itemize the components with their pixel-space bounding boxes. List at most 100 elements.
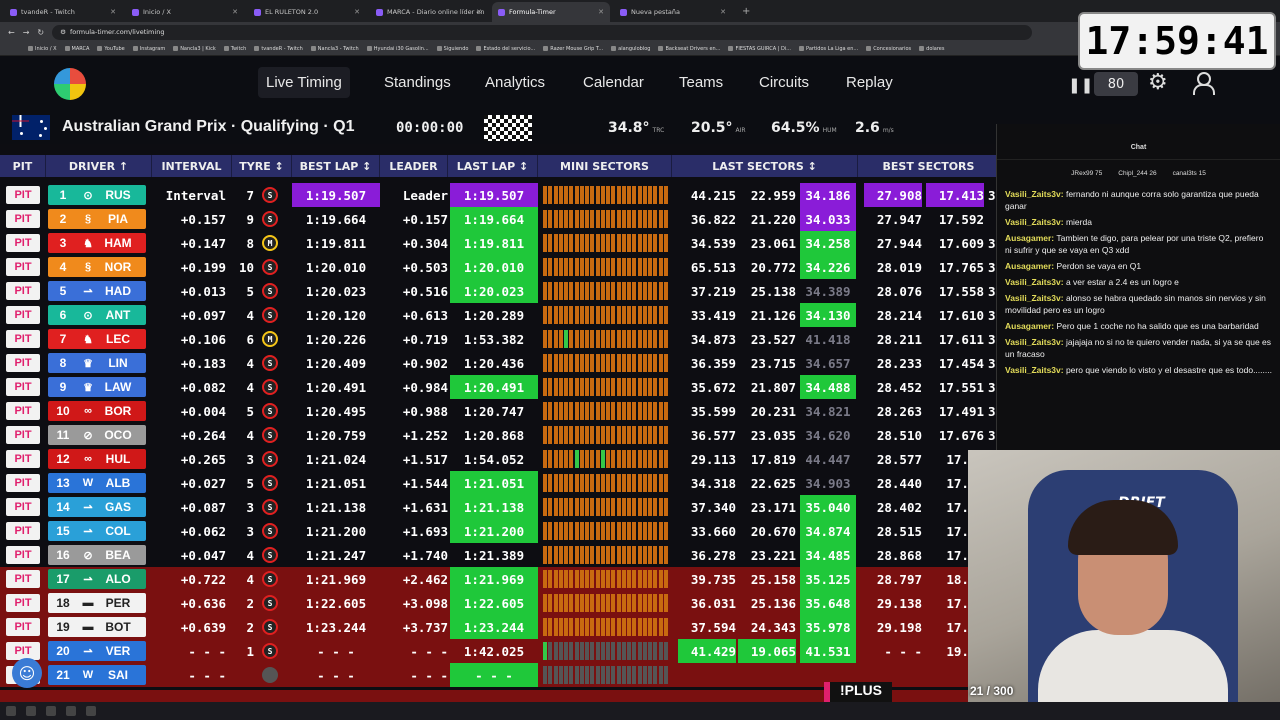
driver-chip[interactable]: 1 ⊙ RUS <box>48 185 146 205</box>
driver-chip[interactable]: 5 ⇀ HAD <box>48 281 146 301</box>
table-row[interactable]: PIT 16 ⊘ BEA +0.047 4 S 1:21.247 +1.740 1:21.389 3… <box>0 543 1000 567</box>
col-tyre[interactable]: TYRE ↕ <box>232 155 292 177</box>
browser-tab[interactable]: tvandeR - Twitch ✕ <box>4 2 122 22</box>
nav-calendar[interactable]: Calendar <box>583 74 644 91</box>
forward-icon[interactable]: → <box>23 28 30 37</box>
close-icon[interactable]: ✕ <box>720 8 726 16</box>
chat-username[interactable]: Vasili_Zaits3v: <box>1005 217 1064 227</box>
driver-chip[interactable]: 21 W SAI <box>48 665 146 685</box>
col-interval[interactable]: INTERVAL <box>152 155 232 177</box>
table-row[interactable]: PIT 11 ⊘ OCO +0.264 4 S 1:20.759 +1.252 1:20.868 3… <box>0 423 1000 447</box>
bookmark-item[interactable]: YouTube <box>97 46 125 52</box>
formula-timer-logo[interactable] <box>54 68 86 100</box>
browser-icon[interactable] <box>26 706 36 716</box>
bookmark-item[interactable]: Hyundai i30 Gasolin... <box>366 46 429 52</box>
driver-chip[interactable]: 12 ∞ HUL <box>48 449 146 469</box>
col-best-sectors[interactable]: BEST SECTORS <box>858 155 1000 177</box>
driver-chip[interactable]: 3 ♞ HAM <box>48 233 146 253</box>
driver-chip[interactable]: 13 W ALB <box>48 473 146 493</box>
table-row[interactable]: PIT 4 § NOR +0.199 10 S 1:20.010 +0.503 1:20.010 6… <box>0 255 1000 279</box>
nav-replay[interactable]: Replay <box>846 74 893 91</box>
table-row[interactable]: PIT 10 ∞ BOR +0.004 5 S 1:20.495 +0.988 1:20.747 3… <box>0 399 1000 423</box>
table-row[interactable]: PIT 14 ⇀ GAS +0.087 3 S 1:21.138 +1.631 1:21.138 3… <box>0 495 1000 519</box>
col-last-sectors[interactable]: LAST SECTORS ↕ <box>672 155 858 177</box>
chat-username[interactable]: Vasili_Zaits3v: <box>1005 365 1064 375</box>
driver-chip[interactable]: 15 ⇀ COL <box>48 521 146 541</box>
reload-icon[interactable]: ↻ <box>37 28 44 37</box>
playback-speed[interactable]: 80 <box>1094 72 1138 96</box>
table-row[interactable]: PIT 20 ⇀ VER - - - 1S - - - - - - 1:42.025 41.429… <box>0 639 1000 663</box>
close-icon[interactable]: ✕ <box>598 8 604 16</box>
table-row[interactable]: PIT 6 ⊙ ANT +0.097 4 S 1:20.120 +0.613 1:20.289 33… <box>0 303 1000 327</box>
table-row[interactable]: PIT 13 W ALB +0.027 5 S 1:21.051 +1.544 1:21.051 3… <box>0 471 1000 495</box>
nav-teams[interactable]: Teams <box>679 74 723 91</box>
bookmark-item[interactable]: Nancla3 | Kick <box>173 46 216 52</box>
col-last-lap[interactable]: LAST LAP ↕ <box>448 155 538 177</box>
bookmark-item[interactable]: Razer Mouse Grip T... <box>543 46 603 52</box>
bookmark-item[interactable]: Estado del servicio... <box>476 46 535 52</box>
chat-username[interactable]: Vasili_Zaits3v: <box>1005 277 1064 287</box>
table-row[interactable]: PIT 9 ♛ LAW +0.082 4 S 1:20.491 +0.984 1:20.491 35… <box>0 375 1000 399</box>
app-icon[interactable] <box>46 706 56 716</box>
col-best-lap[interactable]: BEST LAP ↕ <box>292 155 380 177</box>
browser-tab[interactable]: Inicio / X ✕ <box>126 2 244 22</box>
table-row[interactable]: PIT 7 ♞ LEC +0.106 6 M 1:20.226 +0.719 1:53.382 34… <box>0 327 1000 351</box>
close-icon[interactable]: ✕ <box>476 8 482 16</box>
col-pit[interactable]: PIT <box>0 155 46 177</box>
driver-chip[interactable]: 10 ∞ BOR <box>48 401 146 421</box>
chat-username[interactable]: Vasili_Zaits3v: <box>1005 189 1064 199</box>
bookmark-item[interactable]: Instagram <box>132 46 165 52</box>
new-tab-icon[interactable]: + <box>742 6 750 17</box>
driver-chip[interactable]: 14 ⇀ GAS <box>48 497 146 517</box>
col-driver[interactable]: DRIVER ↑ <box>46 155 152 177</box>
close-icon[interactable]: ✕ <box>110 8 116 16</box>
driver-chip[interactable]: 6 ⊙ ANT <box>48 305 146 325</box>
table-row[interactable]: PIT 18 ▬ PER +0.636 2 S 1:22.605 +3.098 1:22.605 3… <box>0 591 1000 615</box>
bookmark-item[interactable]: Siguiendo <box>436 46 468 52</box>
driver-chip[interactable]: 20 ⇀ VER <box>48 641 146 661</box>
driver-chip[interactable]: 16 ⊘ BEA <box>48 545 146 565</box>
bookmark-item[interactable]: MARCA <box>64 46 89 52</box>
table-row[interactable]: PIT 5 ⇀ HAD +0.013 5 S 1:20.023 +0.516 1:20.023 37… <box>0 279 1000 303</box>
bookmark-item[interactable]: tvandeR - Twitch <box>254 46 303 52</box>
gear-icon[interactable]: ⚙ <box>1148 70 1168 95</box>
bookmark-item[interactable]: Nancla3 - Twitch <box>310 46 359 52</box>
driver-chip[interactable]: 19 ▬ BOT <box>48 617 146 637</box>
close-icon[interactable]: ✕ <box>354 8 360 16</box>
table-row[interactable]: PIT 19 ▬ BOT +0.639 2 S 1:23.244 +3.737 1:23.244 3… <box>0 615 1000 639</box>
table-row[interactable]: PIT 2 § PIA +0.157 9 S 1:19.664 +0.157 1:19.664 36… <box>0 207 1000 231</box>
table-row[interactable]: PIT 3 ♞ HAM +0.147 8 M 1:19.811 +0.304 1:19.811 34… <box>0 231 1000 255</box>
nav-circuits[interactable]: Circuits <box>759 74 809 91</box>
col-mini-sectors[interactable]: MINI SECTORS <box>538 155 672 177</box>
browser-tab[interactable]: MARCA - Diario online líder en ✕ <box>370 2 488 22</box>
pause-icon[interactable]: ❚❚ <box>1068 76 1093 94</box>
chat-username[interactable]: Ausagamer: <box>1005 233 1054 243</box>
table-row[interactable]: PIT 15 ⇀ COL +0.062 3 S 1:21.200 +1.693 1:21.200 3… <box>0 519 1000 543</box>
bookmark-item[interactable]: alanguloblog <box>611 46 650 52</box>
windows-icon[interactable] <box>6 706 16 716</box>
app-icon[interactable] <box>86 706 96 716</box>
nav-standings[interactable]: Standings <box>384 74 451 91</box>
table-row[interactable]: PIT 1 ⊙ RUS Interval 7 S 1:19.507 Leader 1:19.507… <box>0 183 1000 207</box>
driver-chip[interactable]: 18 ▬ PER <box>48 593 146 613</box>
chat-username[interactable]: Ausagamer: <box>1005 321 1054 331</box>
assistant-fab-icon[interactable]: ☺ <box>12 658 42 688</box>
user-icon[interactable] <box>1192 72 1215 95</box>
close-icon[interactable]: ✕ <box>232 8 238 16</box>
table-row[interactable]: PIT 8 ♛ LIN +0.183 4 S 1:20.409 +0.902 1:20.436 36… <box>0 351 1000 375</box>
nav-live-timing[interactable]: Live Timing <box>258 67 350 98</box>
bookmark-item[interactable]: Twitch <box>223 46 246 52</box>
bookmark-item[interactable]: Concesionarios <box>866 46 911 52</box>
chat-username[interactable]: Ausagamer: <box>1005 261 1054 271</box>
bookmark-item[interactable]: Backseat Drivers en... <box>658 46 720 52</box>
browser-tab[interactable]: EL RULETON 2.0 ✕ <box>248 2 366 22</box>
table-row[interactable]: PIT 17 ⇀ ALO +0.722 4 S 1:21.969 +2.462 1:21.969 3… <box>0 567 1000 591</box>
driver-chip[interactable]: 4 § NOR <box>48 257 146 277</box>
driver-chip[interactable]: 17 ⇀ ALO <box>48 569 146 589</box>
chat-username[interactable]: Vasili_Zaits3v: <box>1005 293 1064 303</box>
browser-tab[interactable]: Nueva pestaña ✕ <box>614 2 732 22</box>
driver-chip[interactable]: 11 ⊘ OCO <box>48 425 146 445</box>
driver-chip[interactable]: 8 ♛ LIN <box>48 353 146 373</box>
bookmark-item[interactable]: FIESTAS GUIRCA | Di... <box>728 46 791 52</box>
bookmark-item[interactable]: Inicio / X <box>28 46 57 52</box>
